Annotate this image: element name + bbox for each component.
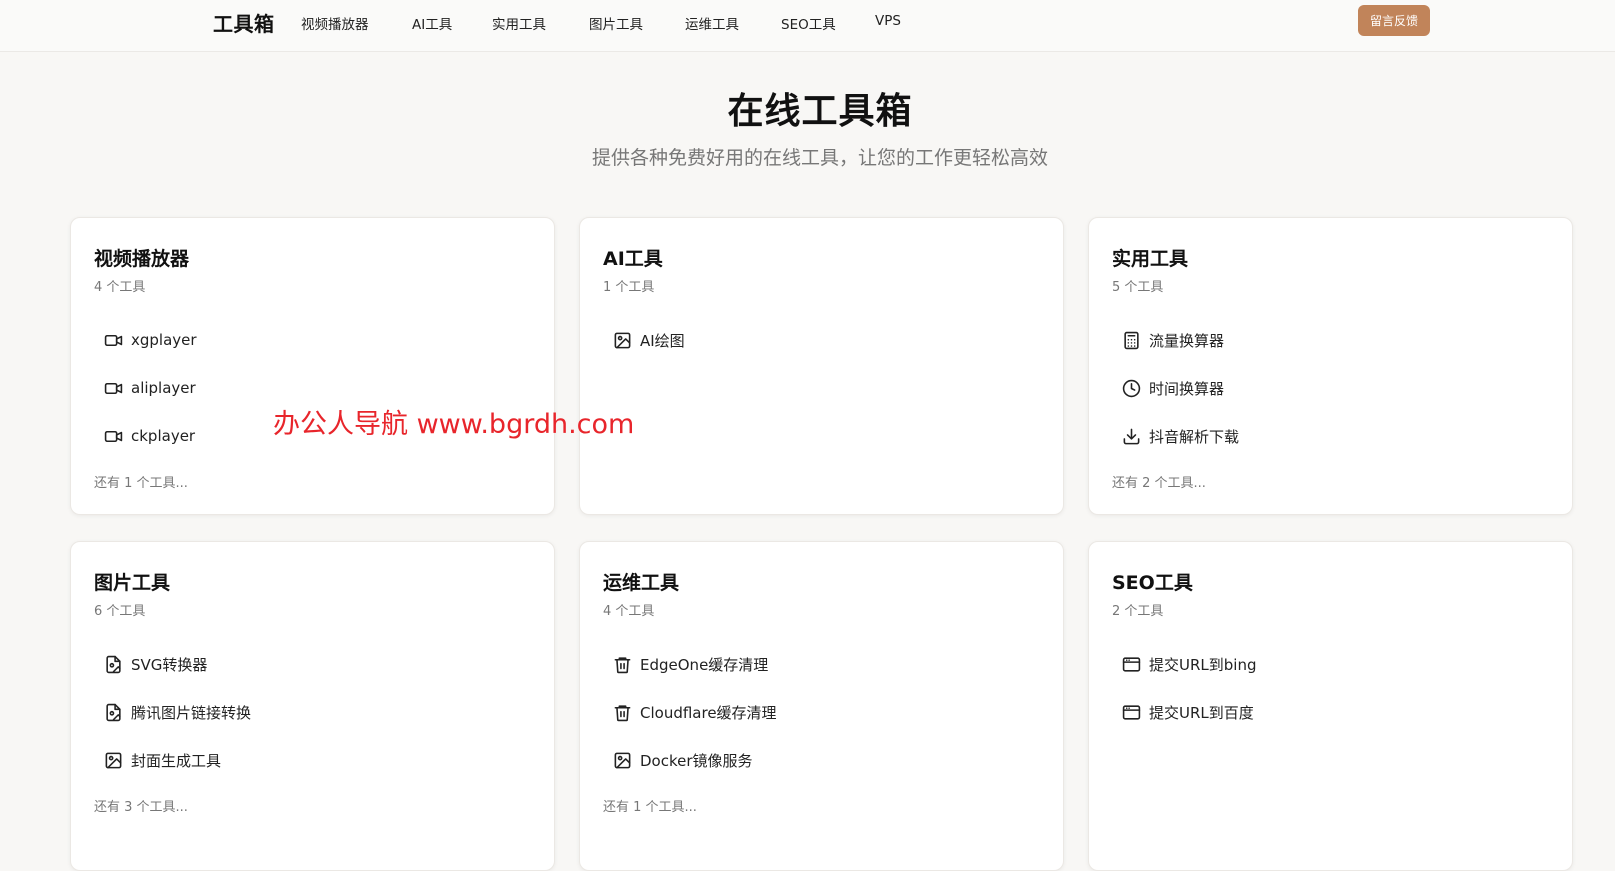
tool-label: 提交URL到百度 [1149,703,1254,722]
file-image-icon [104,703,123,722]
tool-link-cloudflare-cache-purge[interactable]: Cloudflare缓存清理 [613,700,777,724]
browser-window-icon [1122,655,1141,674]
tool-label: SVG转换器 [131,655,208,674]
video-icon [104,331,123,350]
top-navbar: 工具箱 视频播放器 AI工具 实用工具 图片工具 运维工具 SEO工具 VPS … [0,0,1615,52]
category-card-seo-tools: SEO工具 2 个工具 提交URL到bing 提交URL到百度 [1088,541,1573,871]
tool-link-ai-drawing[interactable]: AI绘图 [613,328,685,352]
tool-label: 抖音解析下载 [1149,427,1240,446]
image-icon [104,751,123,770]
tool-label: 时间换算器 [1149,379,1225,398]
card-title: SEO工具 [1112,572,1193,594]
clock-icon [1122,379,1141,398]
tool-link-traffic-calculator[interactable]: 流量换算器 [1122,328,1224,352]
tool-link-svg-converter[interactable]: SVG转换器 [104,652,207,676]
trash-icon [613,703,632,722]
tool-label: 腾讯图片链接转换 [131,703,252,722]
download-icon [1122,427,1141,446]
feedback-button[interactable]: 留言反馈 [1358,5,1430,36]
page-title: 在线工具箱 [727,91,913,132]
tool-label: EdgeOne缓存清理 [640,655,769,674]
more-tools-link[interactable]: 还有 2 个工具... [1112,472,1206,491]
file-image-icon [104,655,123,674]
card-title: 图片工具 [94,572,171,594]
category-card-video-player: 视频播放器 4 个工具 xgplayer aliplayer ckplayer … [70,217,555,515]
tool-count: 2 个工具 [1112,604,1164,619]
video-icon [104,427,123,446]
tool-label: 封面生成工具 [131,751,222,770]
nav-item-ops-tools[interactable]: 运维工具 [685,13,739,33]
page-subtitle: 提供各种免费好用的在线工具，让您的工作更轻松高效 [591,147,1048,169]
tool-label: Docker镜像服务 [640,751,753,770]
tool-link-submit-url-baidu[interactable]: 提交URL到百度 [1122,700,1254,724]
watermark-text: 办公人导航 www.bgrdh.com [273,409,635,440]
more-tools-link[interactable]: 还有 1 个工具... [94,472,188,491]
brand-logo[interactable]: 工具箱 [213,8,275,37]
nav-item-image-tools[interactable]: 图片工具 [589,13,643,33]
nav-item-utility-tools[interactable]: 实用工具 [492,13,546,33]
tool-count: 1 个工具 [603,280,655,295]
tool-link-aliplayer[interactable]: aliplayer [104,376,196,400]
tool-label: 提交URL到bing [1149,655,1257,674]
category-card-ops-tools: 运维工具 4 个工具 EdgeOne缓存清理 Cloudflare缓存清理 Do… [579,541,1064,871]
nav-item-seo-tools[interactable]: SEO工具 [781,13,836,33]
tool-link-docker-mirror[interactable]: Docker镜像服务 [613,748,753,772]
category-card-image-tools: 图片工具 6 个工具 SVG转换器 腾讯图片链接转换 封面生成工具 还有 3 个… [70,541,555,871]
category-card-ai-tools: AI工具 1 个工具 AI绘图 [579,217,1064,515]
nav-item-video-player[interactable]: 视频播放器 [301,13,369,33]
more-tools-link[interactable]: 还有 1 个工具... [603,796,697,815]
card-title: 视频播放器 [94,248,190,270]
image-icon [613,751,632,770]
tool-link-tencent-image-link[interactable]: 腾讯图片链接转换 [104,700,251,724]
card-title: 实用工具 [1112,248,1189,270]
browser-window-icon [1122,703,1141,722]
tool-link-xgplayer[interactable]: xgplayer [104,328,197,352]
trash-icon [613,655,632,674]
tool-count: 6 个工具 [94,604,146,619]
nav-item-vps[interactable]: VPS [875,13,901,29]
card-title: AI工具 [603,248,663,270]
tool-label: Cloudflare缓存清理 [640,703,777,722]
tool-link-edgeone-cache-purge[interactable]: EdgeOne缓存清理 [613,652,768,676]
tool-link-douyin-download[interactable]: 抖音解析下载 [1122,424,1239,448]
category-card-utility-tools: 实用工具 5 个工具 流量换算器 时间换算器 抖音解析下载 还有 2 个工具..… [1088,217,1573,515]
tool-label: xgplayer [131,331,197,349]
tool-link-time-converter[interactable]: 时间换算器 [1122,376,1224,400]
calculator-icon [1122,331,1141,350]
tool-link-cover-generator[interactable]: 封面生成工具 [104,748,221,772]
tool-link-ckplayer[interactable]: ckplayer [104,424,195,448]
card-title: 运维工具 [603,572,680,594]
video-icon [104,379,123,398]
tool-count: 4 个工具 [94,280,146,295]
tool-label: aliplayer [131,379,196,397]
tool-label: ckplayer [131,427,196,445]
image-icon [613,331,632,350]
tool-count: 4 个工具 [603,604,655,619]
tool-label: 流量换算器 [1149,331,1225,350]
tool-link-submit-url-bing[interactable]: 提交URL到bing [1122,652,1256,676]
nav-item-ai-tools[interactable]: AI工具 [412,13,452,33]
tool-count: 5 个工具 [1112,280,1164,295]
more-tools-link[interactable]: 还有 3 个工具... [94,796,188,815]
tool-label: AI绘图 [640,331,685,350]
